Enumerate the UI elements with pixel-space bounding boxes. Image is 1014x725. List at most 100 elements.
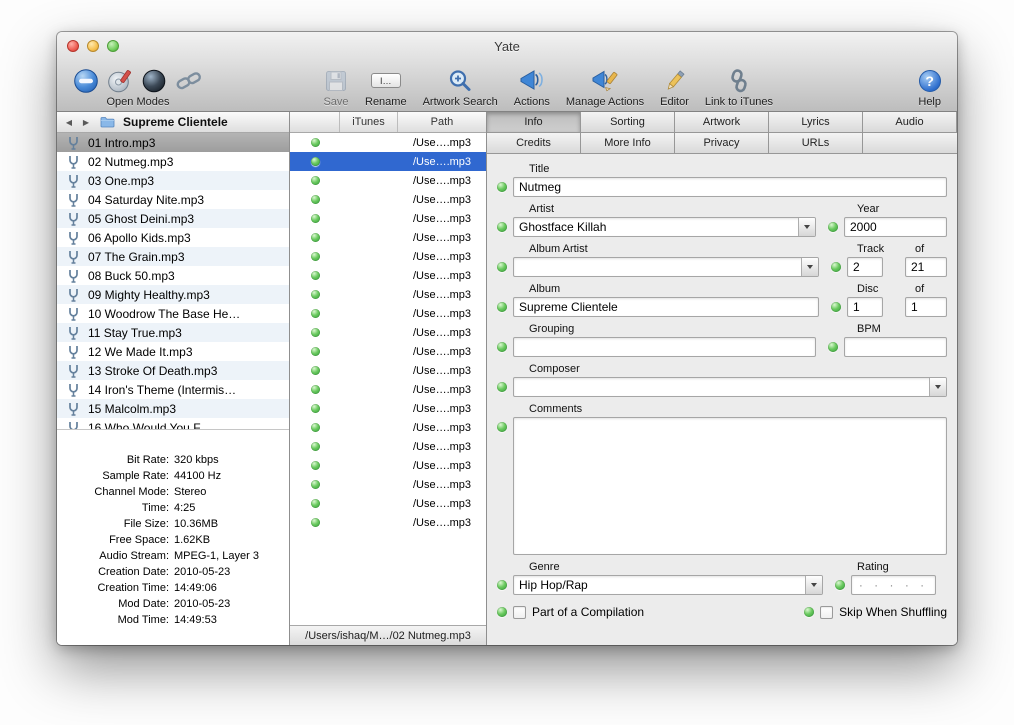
composer-combo[interactable] xyxy=(513,377,947,397)
year-label: Year xyxy=(857,203,879,215)
path-column-header[interactable]: Path xyxy=(398,112,486,132)
shuffle-label: Skip When Shuffling xyxy=(839,605,947,619)
path-table-row[interactable]: /Use….mp3 xyxy=(290,285,486,304)
path-table-row[interactable]: /Use….mp3 xyxy=(290,456,486,475)
back-button[interactable]: ◀ xyxy=(63,118,75,127)
tab-urls[interactable]: URLs xyxy=(769,133,863,154)
disc-edit-icon[interactable] xyxy=(107,67,133,95)
status-cell xyxy=(290,385,340,394)
disc-input[interactable] xyxy=(847,297,883,317)
artwork-search-button[interactable]: Artwork Search xyxy=(423,67,498,108)
path-table-row[interactable]: /Use….mp3 xyxy=(290,418,486,437)
editor-button[interactable]: Editor xyxy=(660,67,689,108)
tab-privacy[interactable]: Privacy xyxy=(675,133,769,154)
sidebar-file-item[interactable]: 05 Ghost Deini.mp3 xyxy=(57,209,289,228)
actions-button[interactable]: Actions xyxy=(514,67,550,108)
sidebar-file-item[interactable]: 11 Stay True.mp3 xyxy=(57,323,289,342)
minimize-button[interactable] xyxy=(87,40,99,52)
shuffle-checkbox[interactable] xyxy=(820,606,833,619)
content: ◀ ▶ Supreme Clientele 01 Intro.mp302 Nut… xyxy=(57,112,957,645)
sidebar-file-item[interactable]: 03 One.mp3 xyxy=(57,171,289,190)
bpm-input[interactable] xyxy=(844,337,947,357)
chain-link-icon[interactable] xyxy=(175,67,203,95)
rename-button[interactable]: I… Rename xyxy=(365,67,407,108)
tab-lyrics[interactable]: Lyrics xyxy=(769,112,863,133)
status-column-header[interactable] xyxy=(290,112,340,132)
sidebar-file-item[interactable]: 07 The Grain.mp3 xyxy=(57,247,289,266)
file-name: 12 We Made It.mp3 xyxy=(88,345,193,359)
sidebar-file-item[interactable]: 09 Mighty Healthy.mp3 xyxy=(57,285,289,304)
sidebar-file-item[interactable]: 04 Saturday Nite.mp3 xyxy=(57,190,289,209)
sidebar-file-item[interactable]: 14 Iron's Theme (Intermis… xyxy=(57,380,289,399)
path-table-row[interactable]: /Use….mp3 xyxy=(290,209,486,228)
sidebar-file-item[interactable]: 16 Who Would You F… xyxy=(57,418,289,429)
path-table-row[interactable]: /Use….mp3 xyxy=(290,247,486,266)
sidebar-file-item[interactable]: 15 Malcolm.mp3 xyxy=(57,399,289,418)
tab-more-info[interactable]: More Info xyxy=(581,133,675,154)
itunes-column-header[interactable]: iTunes xyxy=(340,112,398,132)
status-cell xyxy=(290,442,340,451)
path-table-row[interactable]: /Use….mp3 xyxy=(290,399,486,418)
tab-artwork[interactable]: Artwork xyxy=(675,112,769,133)
genre-combo[interactable]: Hip Hop/Rap xyxy=(513,575,823,595)
sidebar-file-item[interactable]: 12 We Made It.mp3 xyxy=(57,342,289,361)
tab-info[interactable]: Info xyxy=(487,112,581,133)
sidebar-file-item[interactable]: 08 Buck 50.mp3 xyxy=(57,266,289,285)
path-table-row[interactable]: /Use….mp3 xyxy=(290,152,486,171)
help-button[interactable]: Help xyxy=(918,67,941,108)
sidebar-file-item[interactable]: 10 Woodrow The Base He… xyxy=(57,304,289,323)
path-table-row[interactable]: /Use….mp3 xyxy=(290,266,486,285)
path-table-row[interactable]: /Use….mp3 xyxy=(290,361,486,380)
path-table-row[interactable]: /Use….mp3 xyxy=(290,494,486,513)
sidebar-file-item[interactable]: 13 Stroke Of Death.mp3 xyxy=(57,361,289,380)
path-table-row[interactable]: /Use….mp3 xyxy=(290,475,486,494)
chevron-down-icon[interactable] xyxy=(929,378,946,396)
link-to-itunes-button[interactable]: Link to iTunes xyxy=(705,67,773,108)
status-dot xyxy=(311,385,320,394)
path-table-row[interactable]: /Use….mp3 xyxy=(290,171,486,190)
album-input[interactable] xyxy=(513,297,819,317)
chevron-down-icon[interactable] xyxy=(798,218,815,236)
sidebar-file-item[interactable]: 02 Nutmeg.mp3 xyxy=(57,152,289,171)
path-table-row[interactable]: /Use….mp3 xyxy=(290,133,486,152)
tuning-fork-icon xyxy=(68,250,81,264)
compilation-checkbox[interactable] xyxy=(513,606,526,619)
comments-input[interactable] xyxy=(513,417,947,555)
path-table-row[interactable]: /Use….mp3 xyxy=(290,437,486,456)
chevron-down-icon[interactable] xyxy=(805,576,822,594)
sphere-icon[interactable] xyxy=(141,67,167,95)
grouping-input[interactable] xyxy=(513,337,816,357)
year-input[interactable] xyxy=(844,217,947,237)
help-icon xyxy=(919,70,941,92)
path-table-row[interactable]: /Use….mp3 xyxy=(290,342,486,361)
titlebar[interactable]: Yate xyxy=(57,32,957,60)
save-button[interactable]: Save xyxy=(323,67,349,108)
minus-circle-icon[interactable] xyxy=(73,67,99,95)
tab-credits[interactable]: Credits xyxy=(487,133,581,154)
grouping-change-indicator xyxy=(497,342,507,352)
path-table-row[interactable]: /Use….mp3 xyxy=(290,513,486,532)
close-button[interactable] xyxy=(67,40,79,52)
forward-button[interactable]: ▶ xyxy=(80,118,92,127)
track-input[interactable] xyxy=(847,257,883,277)
path-table-row[interactable]: /Use….mp3 xyxy=(290,380,486,399)
rating-control[interactable]: · · · · · xyxy=(851,575,936,595)
tab-audio[interactable]: Audio xyxy=(863,112,957,133)
path-table-row[interactable]: /Use….mp3 xyxy=(290,304,486,323)
title-input[interactable] xyxy=(513,177,947,197)
sidebar-file-item[interactable]: 06 Apollo Kids.mp3 xyxy=(57,228,289,247)
artist-combo[interactable]: Ghostface Killah xyxy=(513,217,816,237)
chevron-down-icon[interactable] xyxy=(801,258,818,276)
path-cell: /Use….mp3 xyxy=(398,479,486,491)
tab-sorting[interactable]: Sorting xyxy=(581,112,675,133)
track-total-input[interactable] xyxy=(905,257,947,277)
pencil-icon xyxy=(662,67,688,95)
manage-actions-button[interactable]: Manage Actions xyxy=(566,67,644,108)
path-table-row[interactable]: /Use….mp3 xyxy=(290,323,486,342)
path-table-row[interactable]: /Use….mp3 xyxy=(290,190,486,209)
path-table-row[interactable]: /Use….mp3 xyxy=(290,228,486,247)
album-artist-combo[interactable] xyxy=(513,257,819,277)
disc-total-input[interactable] xyxy=(905,297,947,317)
zoom-button[interactable] xyxy=(107,40,119,52)
sidebar-file-item[interactable]: 01 Intro.mp3 xyxy=(57,133,289,152)
